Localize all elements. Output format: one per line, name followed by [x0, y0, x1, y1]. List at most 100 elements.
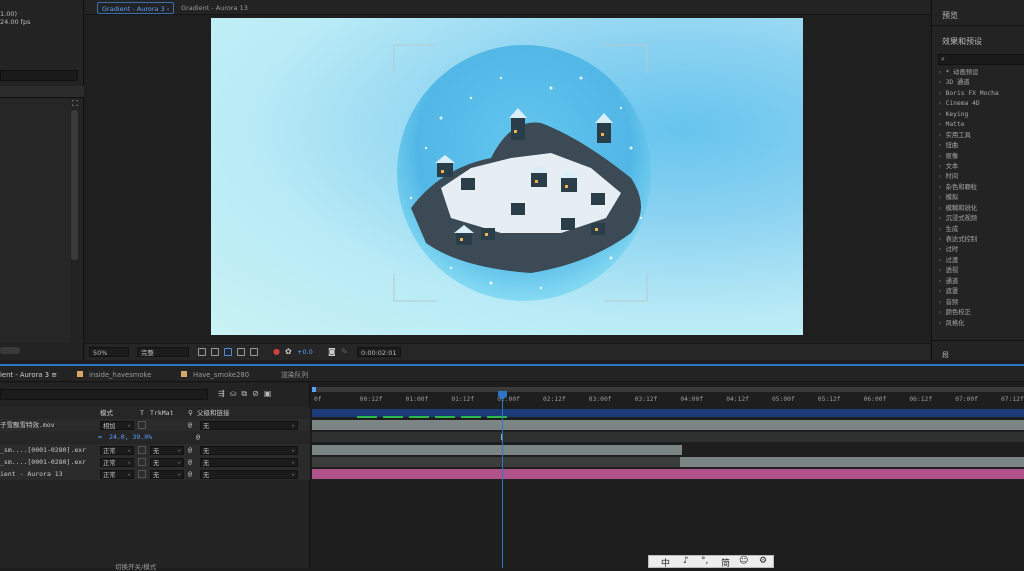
bottom-panel-title[interactable]: 段 — [942, 350, 949, 360]
viewer-stage[interactable] — [85, 15, 930, 343]
flowchart-icon[interactable]: ⛶ — [72, 99, 78, 109]
effects-category-item[interactable]: 抠像 — [938, 152, 1024, 162]
parent-dropdown[interactable]: 无 — [200, 469, 298, 479]
pickwhip-icon[interactable]: @ — [188, 444, 192, 456]
mode-dropdown[interactable]: 相加 — [100, 420, 134, 430]
color-channel-icon[interactable]: ● — [273, 347, 280, 356]
preserve-transparency-checkbox[interactable] — [138, 470, 146, 478]
timeline-tracks[interactable]: 0f 00:12f 01:00f 01:12f 02:00f 02:12f 03:00f 03… — [312, 383, 1024, 568]
project-scrollbar[interactable] — [71, 110, 78, 260]
column-trkmat[interactable]: TrkMat — [150, 407, 173, 419]
safe-zones-icon[interactable] — [237, 348, 245, 356]
preserve-transparency-checkbox[interactable] — [138, 458, 146, 466]
menu-icon[interactable]: ≡ — [51, 371, 57, 379]
zoom-select[interactable]: 50% — [89, 347, 129, 357]
trkmat-dropdown[interactable]: 无 — [150, 469, 184, 479]
show-snapshot-icon[interactable]: ✎ — [341, 347, 348, 356]
effects-category-item[interactable]: 杂色和颗粒 — [938, 183, 1024, 193]
ime-lang-icon[interactable]: 中 — [661, 556, 670, 569]
effects-category-item[interactable]: 遮罩 — [938, 287, 1024, 297]
effects-category-item[interactable]: Boris FX Mocha — [938, 89, 1024, 99]
layer-bar-5[interactable] — [312, 469, 1024, 479]
trkmat-dropdown[interactable]: 无 — [150, 457, 184, 467]
effects-category-item[interactable]: 过时 — [938, 245, 1024, 255]
layer-bar-3[interactable] — [312, 445, 682, 455]
toggle-switches-modes[interactable]: 切换开关/模式 — [115, 561, 156, 571]
effects-category-item[interactable]: 文本 — [938, 162, 1024, 172]
property-value[interactable]: 24.0, 39.0% — [109, 431, 152, 443]
trkmat-dropdown[interactable]: 无 — [150, 445, 184, 455]
timeline-switches-icons[interactable]: ⇶⛀⧉⊘▣ — [218, 389, 276, 399]
column-mode[interactable]: 模式 — [100, 407, 113, 419]
effects-category-item[interactable]: 透视 — [938, 266, 1024, 276]
ime-settings-icon[interactable]: ⚙ — [759, 556, 767, 566]
composition-canvas[interactable] — [211, 18, 803, 335]
snapshot-icon[interactable]: ◙ — [328, 347, 336, 356]
effects-category-item[interactable]: 3D 通道 — [938, 78, 1024, 88]
effects-category-item[interactable]: Keying — [938, 110, 1024, 120]
parent-dropdown[interactable]: 无 — [200, 457, 298, 467]
layer-name[interactable]: ient - Aurora 13 — [0, 468, 63, 480]
layer-row[interactable]: 子雪飘雪特效.mov 相加 @ 无 — [0, 419, 310, 431]
ime-simplified-icon[interactable]: 简 — [721, 556, 730, 569]
layer-name[interactable]: _sm....[0001-0280].exr — [0, 456, 86, 468]
effects-category-item[interactable]: 沉浸式视频 — [938, 214, 1024, 224]
layer-bar-4[interactable] — [680, 457, 1024, 467]
effects-category-item[interactable]: 模拟 — [938, 193, 1024, 203]
layer-bar-1[interactable] — [312, 420, 1024, 430]
tab-timeline-aurora-3[interactable]: ient - Aurora 3 ≡ — [0, 369, 57, 381]
effects-category-item[interactable]: 生成 — [938, 225, 1024, 235]
playhead-line[interactable] — [502, 391, 503, 568]
tab-inside-havesmoke[interactable]: inside_havesmoke — [77, 369, 151, 381]
effects-category-item[interactable]: Matte — [938, 120, 1024, 130]
ime-punct-icon[interactable]: °, — [701, 556, 708, 566]
transparency-grid-icon[interactable] — [211, 348, 219, 356]
preserve-transparency-checkbox[interactable] — [138, 446, 146, 454]
effects-category-item[interactable]: 时间 — [938, 172, 1024, 182]
exposure-reset-icon[interactable]: ✿ — [285, 347, 292, 356]
project-hscrollbar[interactable] — [0, 347, 20, 354]
effects-category-item[interactable]: 模糊和锐化 — [938, 204, 1024, 214]
project-search-input[interactable] — [0, 70, 78, 81]
pickwhip-icon[interactable]: @ — [188, 419, 192, 431]
exposure-value[interactable]: +0.0 — [297, 348, 313, 356]
effects-category-item[interactable]: * 动画预设 — [938, 68, 1024, 78]
effects-category-item[interactable]: 通道 — [938, 277, 1024, 287]
effects-category-item[interactable]: 风格化 — [938, 319, 1024, 329]
preserve-transparency-checkbox[interactable] — [138, 421, 146, 429]
project-list[interactable] — [0, 98, 70, 343]
mode-dropdown[interactable]: 正常 — [100, 445, 134, 455]
preview-panel-title[interactable]: 预览 — [942, 10, 958, 21]
effects-category-item[interactable]: 实用工具 — [938, 131, 1024, 141]
column-parent[interactable]: 父级和链接 — [197, 407, 230, 419]
mode-dropdown[interactable]: 正常 — [100, 457, 134, 467]
effects-panel-title[interactable]: 效果和预设 — [942, 36, 982, 47]
layer-row[interactable]: ient - Aurora 13 正常 无 @ 无 — [0, 468, 310, 480]
resolution-select[interactable]: 完整 — [137, 347, 189, 357]
pickwhip-icon[interactable]: @ — [188, 468, 192, 480]
current-time-field[interactable]: 0:00:02:01 — [357, 347, 401, 357]
effects-category-item[interactable]: 过渡 — [938, 256, 1024, 266]
parent-dropdown[interactable]: 无 — [200, 445, 298, 455]
link-icon[interactable]: ∞ — [98, 431, 102, 443]
mode-dropdown[interactable]: 正常 — [100, 469, 134, 479]
tab-render-queue[interactable]: 渲染队列 — [281, 369, 308, 381]
effects-category-item[interactable]: 音频 — [938, 298, 1024, 308]
effects-category-item[interactable]: Cinema 4D — [938, 99, 1024, 109]
effects-category-item[interactable]: 扭曲 — [938, 141, 1024, 151]
pickwhip-icon[interactable]: @ — [188, 456, 192, 468]
tab-comp-aurora-13[interactable]: Gradient - Aurora 13 — [177, 2, 252, 14]
layer-name[interactable]: 子雪飘雪特效.mov — [0, 419, 55, 431]
tab-have-smoke280[interactable]: Have_smoke280 — [181, 369, 249, 381]
ime-emoji-icon[interactable]: ☺ — [739, 556, 748, 566]
layer-row[interactable]: _sm....[0001-0280].exr 正常 无 @ 无 — [0, 444, 310, 456]
layer-row[interactable]: _sm....[0001-0280].exr 正常 无 @ 无 — [0, 456, 310, 468]
ime-voice-icon[interactable]: ♪ — [683, 556, 689, 566]
pickwhip-icon[interactable]: @ — [196, 431, 200, 443]
layer-name[interactable]: _sm....[0001-0280].exr — [0, 444, 86, 456]
grid-icon[interactable] — [250, 348, 258, 356]
region-icon[interactable] — [198, 348, 206, 356]
effects-category-item[interactable]: 表达式控制 — [938, 235, 1024, 245]
parent-dropdown[interactable]: 无 — [200, 420, 298, 430]
effects-search-input[interactable]: ⌕ — [938, 54, 1024, 65]
